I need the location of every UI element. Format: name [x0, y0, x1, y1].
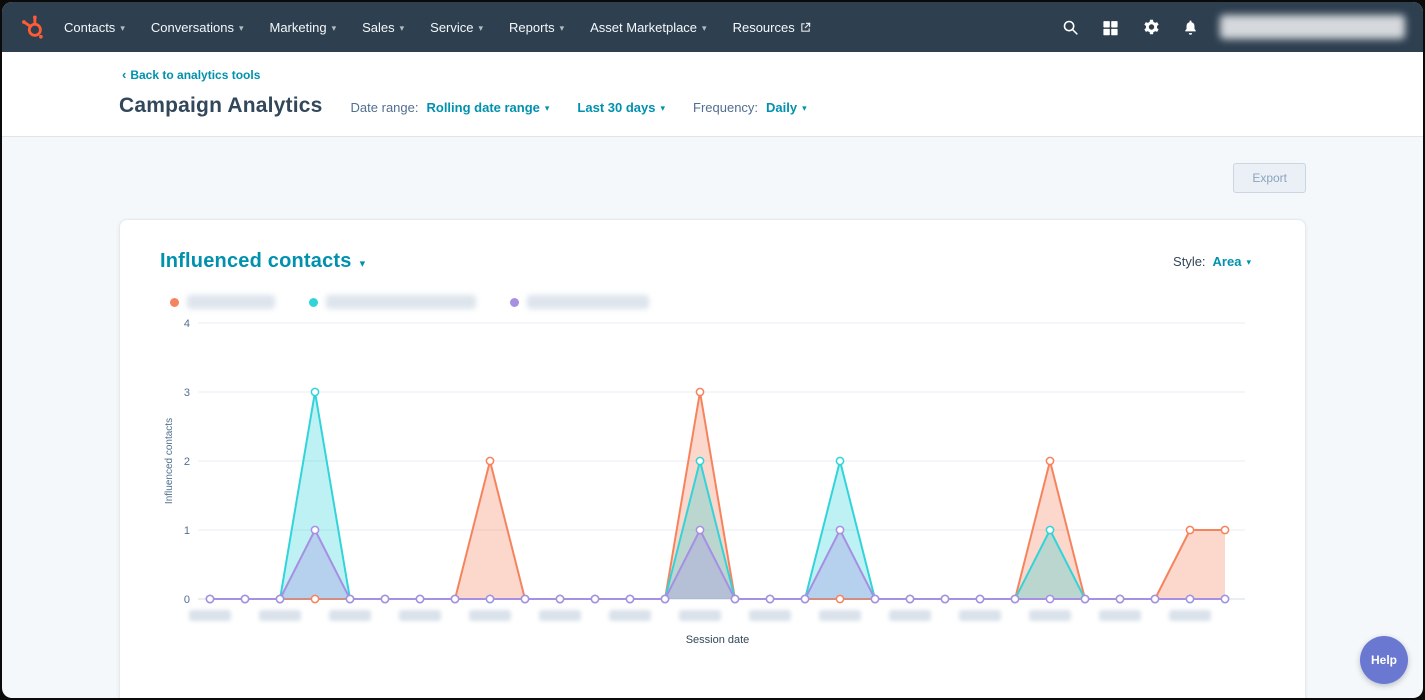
nav-item-label: Marketing: [269, 19, 327, 35]
area-chart[interactable]: 0 1 2 3 4 Session date Influenced contacts: [160, 315, 1265, 654]
back-link-label: Back to analytics tools: [130, 67, 261, 82]
svg-text:0: 0: [184, 594, 190, 606]
marketplace-icon[interactable]: [1100, 17, 1120, 37]
nav-item-sales[interactable]: Sales ▾: [362, 20, 404, 35]
help-button[interactable]: Help: [1360, 636, 1408, 684]
report-title-dropdown[interactable]: Influenced contacts ▾: [160, 250, 365, 273]
page-title: Campaign Analytics: [119, 94, 323, 117]
nav-item-conversations[interactable]: Conversations ▾: [151, 20, 244, 35]
gear-icon[interactable]: [1140, 17, 1160, 37]
legend-dot-icon: [510, 297, 519, 307]
app-window: Contacts ▾ Conversations ▾ Marketing ▾ Sales ▾ S…: [2, 2, 1423, 698]
date-range-label: Date range:: [350, 100, 419, 115]
caret-down-icon: ▾: [559, 22, 565, 33]
caret-down-icon: ▾: [802, 103, 807, 113]
caret-down-icon: ▾: [702, 22, 707, 33]
chart-legend: [170, 295, 1265, 309]
nav-item-label: Conversations: [150, 19, 234, 35]
account-name-redacted[interactable]: [1220, 15, 1405, 39]
caret-down-icon: ▾: [544, 103, 550, 113]
report-card: Influenced contacts ▾ Style: Area ▾ 0 1 2 3…: [119, 219, 1306, 698]
svg-text:Influenced contacts: Influenced contacts: [164, 418, 175, 504]
nav-right: [1060, 15, 1405, 39]
nav-item-reports[interactable]: Reports ▾: [509, 20, 564, 35]
caret-down-icon: ▾: [238, 22, 244, 33]
legend-dot-icon: [309, 297, 318, 307]
page-header: ‹ Back to analytics tools Campaign Analy…: [2, 52, 1423, 137]
nav-item-marketing[interactable]: Marketing ▾: [269, 20, 336, 35]
date-range-type-dropdown[interactable]: Rolling date range ▾: [426, 100, 549, 115]
frequency-label: Frequency:: [693, 100, 759, 115]
legend-label-redacted: [187, 295, 275, 309]
chevron-left-icon: ‹: [122, 67, 127, 82]
nav-item-label: Resources: [732, 19, 795, 35]
caret-down-icon: ▾: [399, 22, 405, 33]
legend-label-redacted: [527, 295, 649, 309]
bell-icon[interactable]: [1180, 17, 1200, 37]
svg-text:1: 1: [184, 525, 190, 537]
nav-item-label: Asset Marketplace: [590, 19, 698, 35]
legend-item[interactable]: [309, 295, 476, 309]
back-to-analytics-link[interactable]: ‹ Back to analytics tools: [122, 67, 260, 82]
caret-down-icon: ▾: [478, 22, 484, 33]
top-nav: Contacts ▾ Conversations ▾ Marketing ▾ Sales ▾ S…: [2, 2, 1423, 52]
nav-item-label: Reports: [509, 19, 555, 35]
legend-dot-icon: [170, 297, 179, 307]
date-range-period-dropdown[interactable]: Last 30 days ▾: [577, 100, 665, 115]
svg-text:4: 4: [184, 318, 190, 330]
style-dropdown[interactable]: Area ▾: [1213, 254, 1251, 269]
legend-item[interactable]: [510, 295, 649, 309]
page-content: Export Influenced contacts ▾ Style: Area…: [2, 163, 1423, 698]
caret-down-icon: ▾: [660, 103, 665, 113]
nav-item-service[interactable]: Service ▾: [430, 20, 483, 35]
caret-down-icon: ▾: [331, 22, 337, 33]
nav-item-contacts[interactable]: Contacts ▾: [64, 20, 125, 35]
caret-down-icon: ▾: [120, 22, 125, 33]
legend-item[interactable]: [170, 295, 275, 309]
style-label: Style:: [1173, 254, 1206, 269]
nav-item-resources[interactable]: Resources: [733, 20, 811, 35]
frequency-dropdown[interactable]: Daily ▾: [766, 100, 807, 115]
caret-down-icon: ▾: [1246, 257, 1251, 267]
legend-label-redacted: [326, 295, 476, 309]
external-link-icon: [800, 22, 811, 33]
svg-text:2: 2: [184, 456, 190, 468]
nav-menu: Contacts ▾ Conversations ▾ Marketing ▾ Sales ▾ S…: [64, 20, 811, 35]
search-icon[interactable]: [1060, 17, 1080, 37]
hubspot-sprocket-logo[interactable]: [16, 10, 50, 44]
caret-down-icon: ▾: [359, 258, 366, 270]
svg-text:3: 3: [184, 387, 190, 399]
nav-item-label: Contacts: [64, 19, 116, 35]
svg-text:Session date: Session date: [686, 634, 750, 646]
nav-item-asset-marketplace[interactable]: Asset Marketplace ▾: [590, 20, 706, 35]
nav-item-label: Service: [430, 19, 474, 35]
nav-item-label: Sales: [362, 19, 395, 35]
report-title: Influenced contacts: [160, 250, 352, 272]
export-button[interactable]: Export: [1233, 163, 1306, 193]
